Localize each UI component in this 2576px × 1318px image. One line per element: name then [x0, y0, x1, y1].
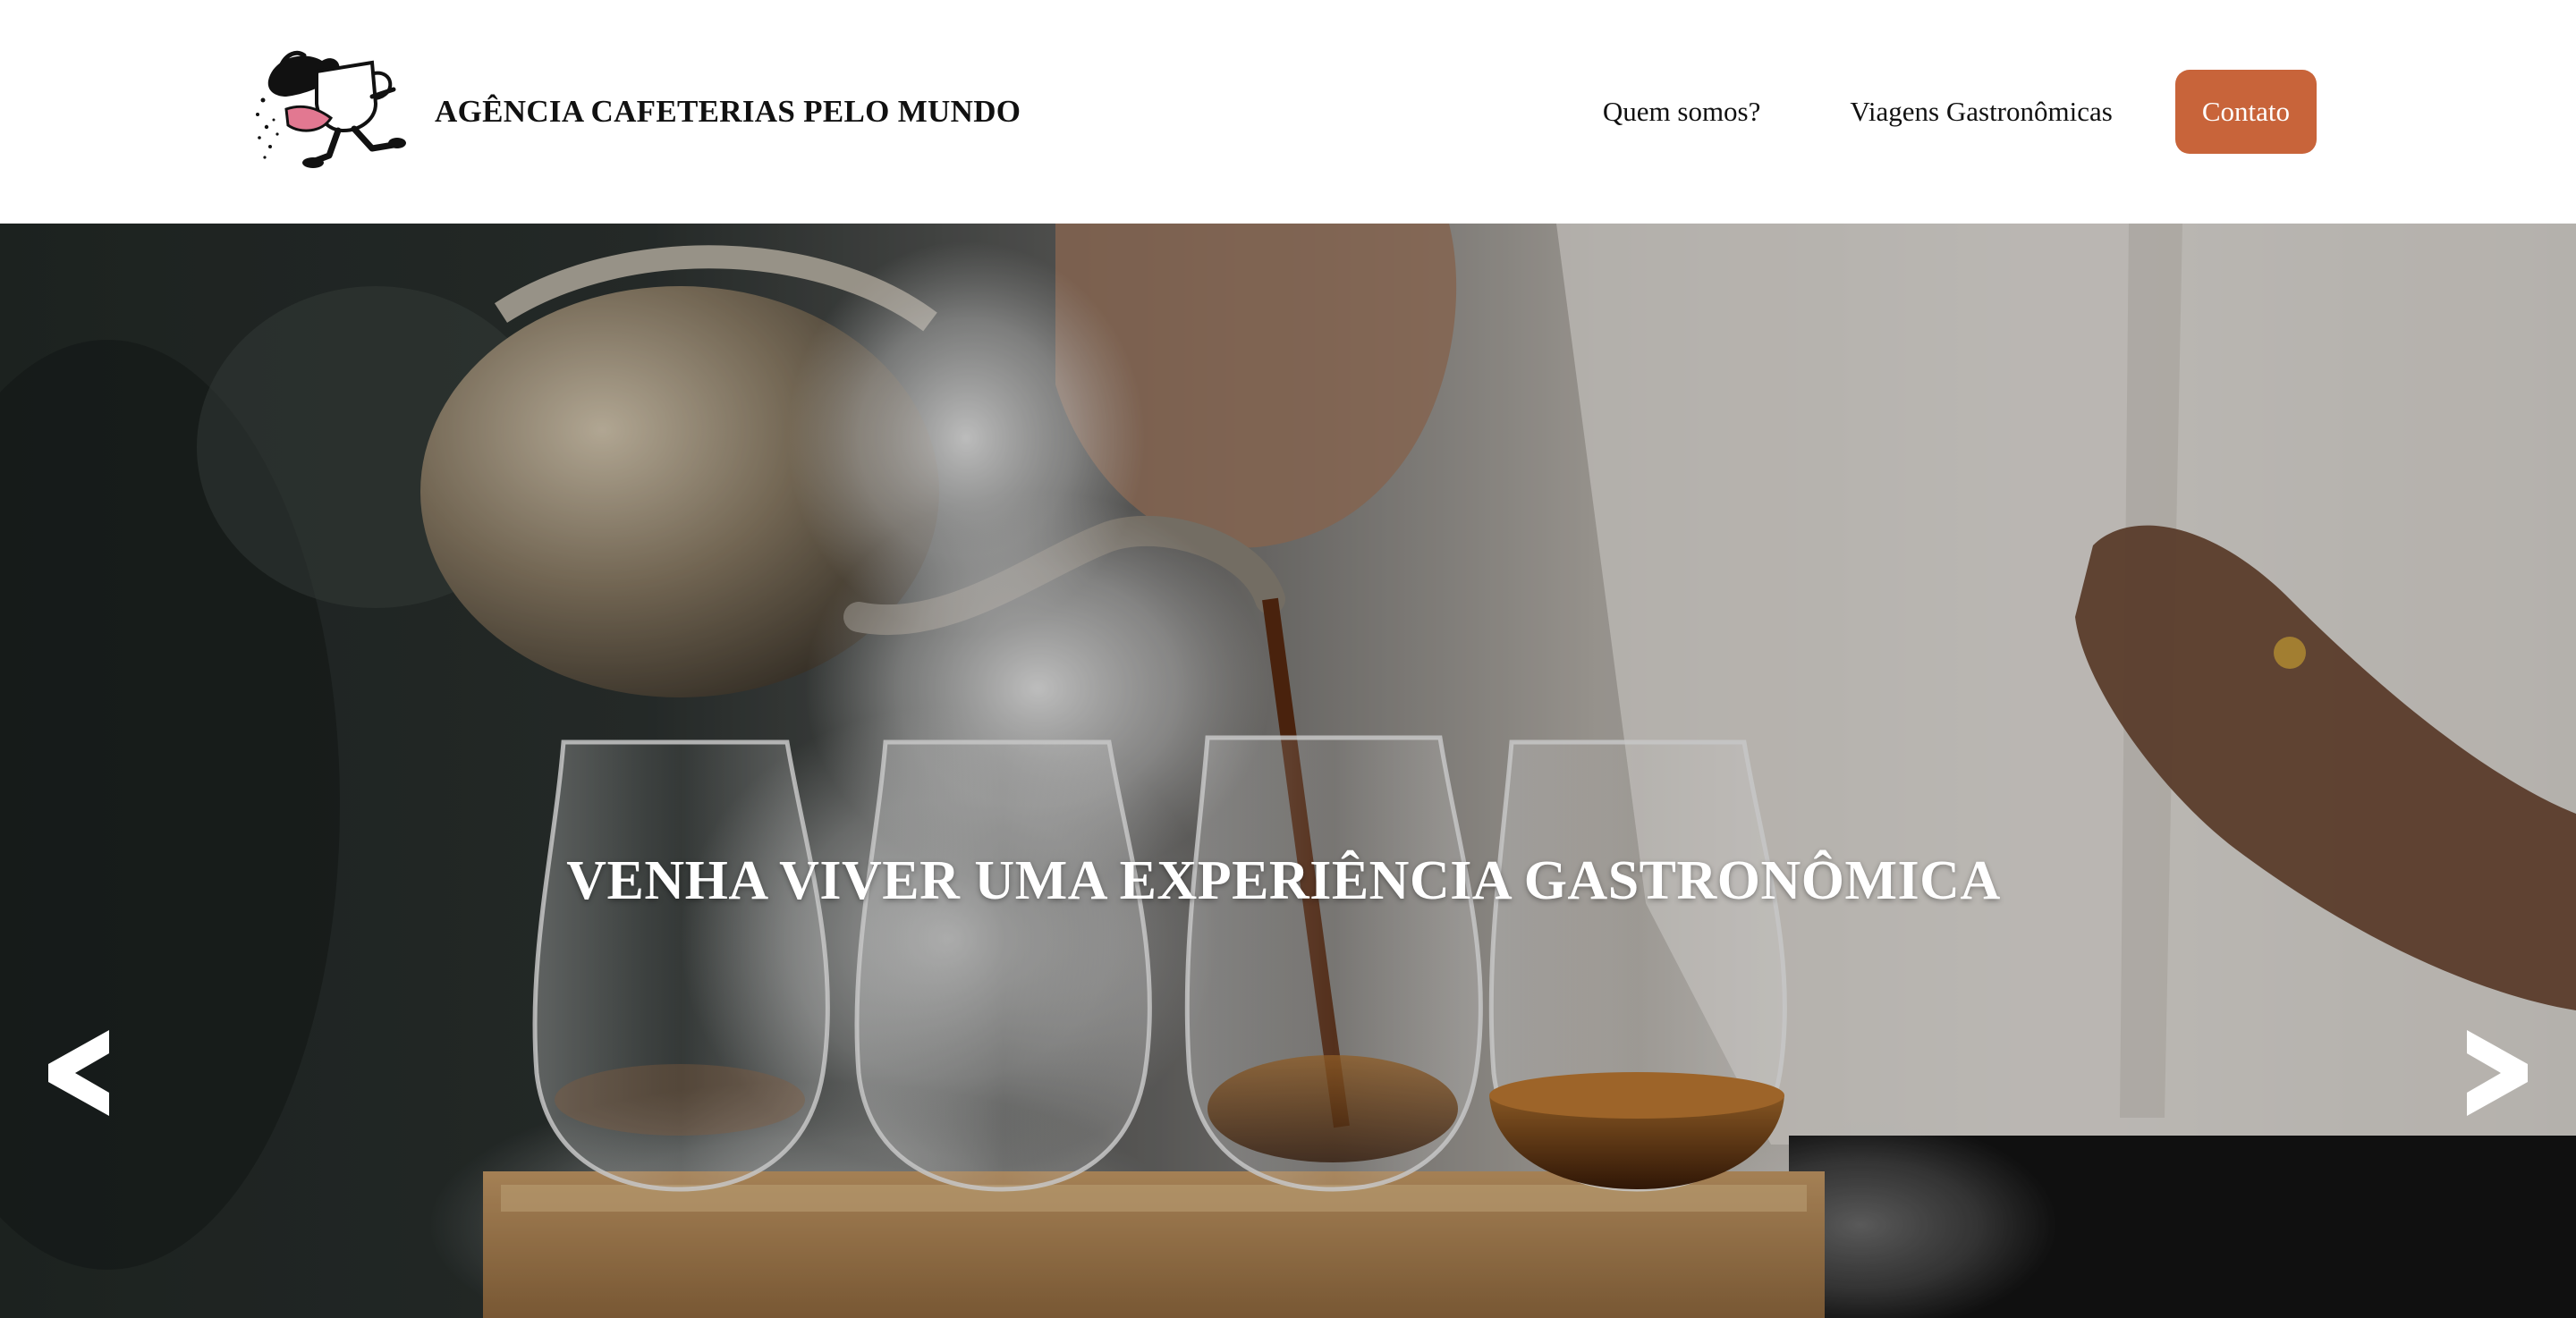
hero-carousel: VENHA VIVER UMA EXPERIÊNCIA GASTRONÔMICA — [0, 224, 2576, 1318]
site-header: AGÊNCIA CAFETERIAS PELO MUNDO Quem somos… — [0, 0, 2576, 224]
main-nav: Quem somos? Viagens Gastronômicas Contat… — [1603, 70, 2317, 154]
brand-name: AGÊNCIA CAFETERIAS PELO MUNDO — [435, 94, 1021, 129]
brand[interactable]: AGÊNCIA CAFETERIAS PELO MUNDO — [250, 45, 1021, 179]
coffee-cup-mascot-icon — [256, 50, 406, 168]
hero-title-text: VENHA VIVER UMA EXPERIÊNCIA GASTRONÔMICA — [566, 849, 2001, 911]
nav-link-quem-somos[interactable]: Quem somos? — [1603, 96, 1761, 128]
nav-link-viagens-gastronomicas[interactable]: Viagens Gastronômicas — [1850, 96, 2112, 128]
chevron-right-icon — [2467, 1030, 2528, 1116]
carousel-next-button[interactable] — [2455, 1024, 2536, 1122]
contact-button[interactable]: Contato — [2174, 70, 2317, 154]
chevron-left-icon — [48, 1030, 109, 1116]
carousel-prev-button[interactable] — [40, 1024, 121, 1122]
coffee-pour-photo — [0, 224, 2576, 1318]
hero-title: VENHA VIVER UMA EXPERIÊNCIA GASTRONÔMICA — [0, 849, 2576, 913]
